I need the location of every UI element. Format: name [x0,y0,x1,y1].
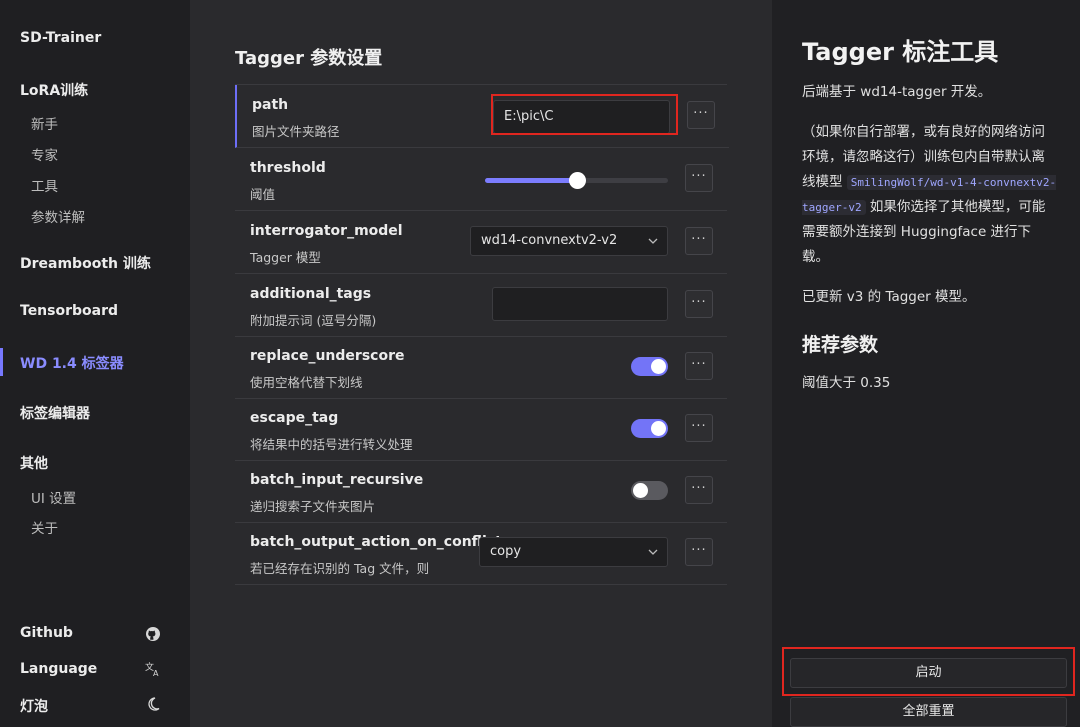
more-button[interactable]: ··· [685,476,713,504]
param-desc: 附加提示词 (逗号分隔) [250,313,377,328]
slider-thumb[interactable] [568,172,586,189]
escape-tag-toggle[interactable] [631,419,668,438]
nav-item-about[interactable]: 关于 [31,517,58,537]
moon-icon[interactable] [145,696,161,712]
model-select[interactable]: wd14-convnextv2-v2 [470,226,668,256]
footer-theme-label[interactable]: 灯泡 [20,696,48,716]
more-button[interactable]: ··· [685,164,713,192]
replace-underscore-toggle[interactable] [631,357,668,376]
param-desc: 将结果中的括号进行转义处理 [250,437,413,452]
footer-language-label[interactable]: Language [20,661,97,677]
more-button[interactable]: ··· [685,414,713,442]
nav-item-expert[interactable]: 专家 [31,144,58,164]
recommended-params-heading: 推荐参数 [802,334,879,356]
chevron-down-icon [647,538,659,576]
highlight-box [491,94,678,135]
select-value: wd14-convnextv2-v2 [481,233,618,248]
param-desc: 若已经存在识别的 Tag 文件，则 [250,561,430,576]
svg-text:A: A [153,669,159,677]
more-button[interactable]: ··· [687,101,715,129]
select-value: copy [490,544,522,559]
more-button[interactable]: ··· [685,538,713,566]
help-paragraph: 阈值大于 0.35 [802,375,891,391]
toggle-knob [651,359,666,374]
help-paragraph: （如果你自行部署，或有良好的网络访问环境，请忽略这行）训练包内自带默认离线模型 … [802,120,1057,270]
param-name: batch_input_recursive [250,472,424,488]
brand-title[interactable]: SD-Trainer [20,30,101,46]
help-paragraph: 后端基于 wd14-tagger 开发。 [802,84,992,100]
param-name: path [252,97,289,113]
param-desc: 图片文件夹路径 [252,124,340,139]
more-button[interactable]: ··· [685,290,713,318]
more-button[interactable]: ··· [685,352,713,380]
help-paragraph: 已更新 v3 的 Tagger 模型。 [802,289,976,305]
param-row-replace-underscore: replace_underscore 使用空格代替下划线 ··· [235,336,727,399]
nav-item-wd-tagger[interactable]: WD 1.4 标签器 [20,353,124,373]
chevron-down-icon [647,227,659,265]
highlight-box [782,647,1075,696]
param-row-batch-output-action: batch_output_action_on_conflict 若已经存在识别的… [235,522,727,585]
github-icon[interactable] [145,626,161,642]
sidebar: SD-Trainer LoRA训练 新手 专家 工具 参数详解 Dreamboo… [0,0,190,727]
nav-item-ui-settings[interactable]: UI 设置 [31,487,76,507]
main-panel: Tagger 参数设置 path 图片文件夹路径 E:\pic\C ··· th… [190,0,772,727]
param-row-additional-tags: additional_tags 附加提示词 (逗号分隔) ··· [235,274,727,337]
param-row-escape-tag: escape_tag 将结果中的括号进行转义处理 ··· [235,398,727,461]
threshold-slider[interactable] [485,172,668,189]
slider-fill [485,178,577,183]
reset-all-button[interactable]: 全部重置 [790,697,1067,727]
nav-item-tools[interactable]: 工具 [31,175,58,195]
nav-item-params-detail[interactable]: 参数详解 [31,206,85,226]
additional-tags-input[interactable] [492,287,668,321]
nav-group-other[interactable]: 其他 [20,453,48,473]
page-title: Tagger 参数设置 [235,48,383,69]
help-title: Tagger 标注工具 [802,38,999,66]
toggle-knob [633,483,648,498]
param-desc: Tagger 模型 [250,250,321,265]
param-desc: 阈值 [250,187,276,202]
param-name: threshold [250,160,326,176]
param-row-batch-input-recursive: batch_input_recursive 递归搜索子文件夹图片 ··· [235,460,727,523]
param-name: replace_underscore [250,348,405,364]
param-desc: 使用空格代替下划线 [250,375,363,390]
param-name: escape_tag [250,410,339,426]
more-button[interactable]: ··· [685,227,713,255]
conflict-action-select[interactable]: copy [479,537,668,567]
nav-item-tag-editor[interactable]: 标签编辑器 [20,403,90,423]
batch-input-recursive-toggle[interactable] [631,481,668,500]
param-row-interrogator-model: interrogator_model Tagger 模型 wd14-convne… [235,211,727,274]
footer-github-label[interactable]: Github [20,625,73,641]
param-desc: 递归搜索子文件夹图片 [250,499,376,514]
param-name: additional_tags [250,286,372,302]
nav-item-dreambooth[interactable]: Dreambooth 训练 [20,253,151,273]
translate-icon[interactable]: 文A [145,661,161,678]
active-indicator [0,348,3,376]
nav-item-beginner[interactable]: 新手 [31,113,58,133]
help-panel: Tagger 标注工具 后端基于 wd14-tagger 开发。 （如果你自行部… [772,0,1080,727]
nav-group-lora[interactable]: LoRA训练 [20,80,88,100]
param-name: batch_output_action_on_conflict [250,534,502,550]
param-row-threshold: threshold 阈值 ··· [235,148,727,211]
nav-item-tensorboard[interactable]: Tensorboard [20,303,118,319]
param-row-path: path 图片文件夹路径 E:\pic\C ··· [235,85,729,148]
toggle-knob [651,421,666,436]
param-name: interrogator_model [250,223,403,239]
